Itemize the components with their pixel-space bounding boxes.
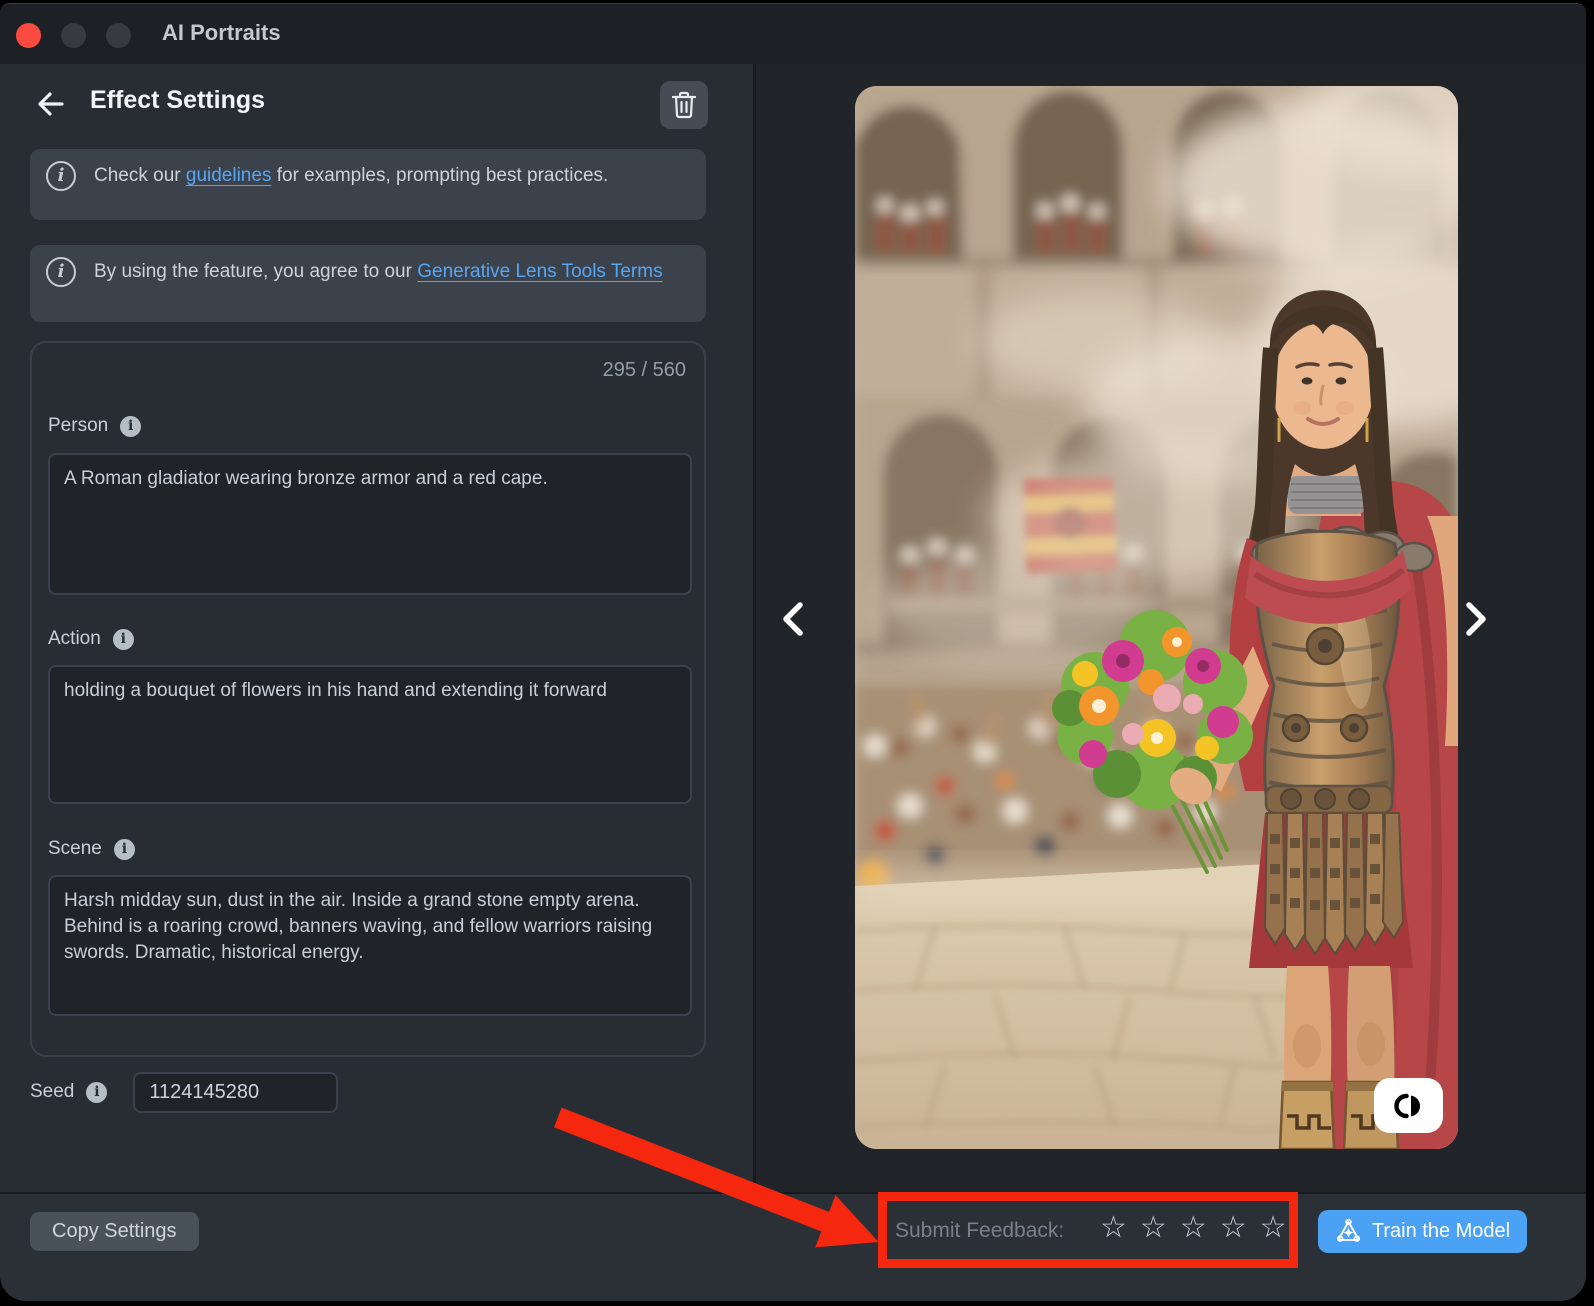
chevron-right-icon	[1459, 597, 1493, 641]
terms-link[interactable]: Generative Lens Tools Terms	[417, 261, 662, 282]
panel-header: Effect Settings	[0, 79, 753, 129]
action-textarea[interactable]: holding a bouquet of flowers in his hand…	[48, 665, 692, 804]
guidelines-link[interactable]: guidelines	[186, 165, 272, 186]
delete-settings-button[interactable]	[660, 81, 708, 129]
app-window: AI Portraits Effect Settings	[0, 3, 1586, 1301]
star-2[interactable]: ☆	[1140, 1211, 1167, 1245]
seed-row: Seed i	[30, 1071, 338, 1113]
info-icon[interactable]: i	[113, 629, 134, 650]
back-button[interactable]	[28, 87, 64, 121]
trash-icon	[671, 91, 697, 119]
page-title: Effect Settings	[90, 86, 265, 115]
seed-label: Seed i	[30, 1081, 107, 1103]
character-counter: 295 / 560	[603, 359, 686, 382]
chevron-left-icon	[776, 597, 810, 641]
effect-settings-panel: Effect Settings i Check our guidelines f…	[0, 64, 756, 1192]
guidelines-banner-text: Check our guidelines for examples, promp…	[94, 163, 608, 189]
scene-label: Scene i	[48, 838, 135, 860]
person-label: Person i	[48, 415, 141, 437]
guidelines-banner: i Check our guidelines for examples, pro…	[30, 149, 706, 220]
action-label: Action i	[48, 628, 134, 650]
next-image-button[interactable]	[1454, 597, 1498, 641]
zoom-window-button[interactable]	[106, 23, 131, 48]
star-4[interactable]: ☆	[1220, 1211, 1247, 1245]
info-icon[interactable]: i	[120, 416, 141, 437]
compare-split-icon	[1394, 1093, 1424, 1119]
minimize-window-button[interactable]	[61, 23, 86, 48]
scene-textarea[interactable]: Harsh midday sun, dust in the air. Insid…	[48, 875, 692, 1016]
info-icon[interactable]: i	[86, 1082, 107, 1103]
star-1[interactable]: ☆	[1100, 1211, 1127, 1245]
star-rating: ☆ ☆ ☆ ☆ ☆	[1100, 1211, 1287, 1245]
compare-before-after-button[interactable]	[1374, 1078, 1443, 1133]
info-icon: i	[46, 161, 76, 191]
seed-input[interactable]	[133, 1072, 338, 1113]
star-5[interactable]: ☆	[1260, 1211, 1287, 1245]
terms-banner: i By using the feature, you agree to our…	[30, 245, 706, 322]
info-icon: i	[46, 257, 76, 287]
info-icon[interactable]: i	[114, 839, 135, 860]
preview-area	[756, 64, 1586, 1192]
previous-image-button[interactable]	[771, 597, 815, 641]
star-3[interactable]: ☆	[1180, 1211, 1207, 1245]
copy-settings-button[interactable]: Copy Settings	[30, 1212, 199, 1251]
title-bar: AI Portraits	[0, 4, 1586, 65]
arrow-left-icon	[28, 87, 64, 121]
bottom-action-bar: Copy Settings Submit Feedback: ☆ ☆ ☆ ☆ ☆…	[0, 1192, 1586, 1301]
generated-portrait-image	[855, 86, 1458, 1149]
window-title: AI Portraits	[162, 20, 281, 46]
generative-lens-logo-icon	[1335, 1218, 1362, 1245]
submit-feedback-label: Submit Feedback:	[895, 1219, 1064, 1243]
person-textarea[interactable]: A Roman gladiator wearing bronze armor a…	[48, 453, 692, 595]
terms-banner-text: By using the feature, you agree to our G…	[94, 259, 663, 285]
train-the-model-button[interactable]: Train the Model	[1318, 1210, 1527, 1253]
main-content: Effect Settings i Check our guidelines f…	[0, 64, 1586, 1192]
prompt-form-card: 295 / 560 Person i A Roman gladiator wea…	[30, 341, 706, 1057]
close-window-button[interactable]	[16, 23, 41, 48]
